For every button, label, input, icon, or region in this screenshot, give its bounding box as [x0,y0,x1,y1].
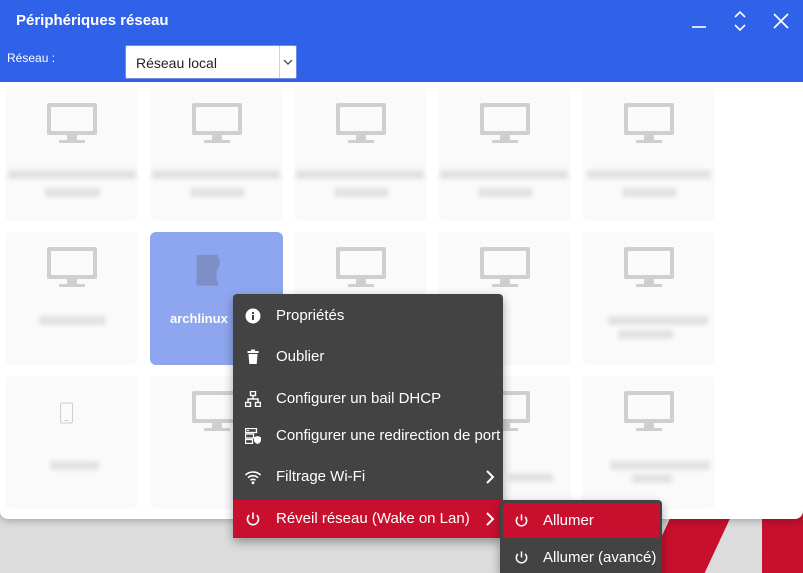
blurred-device-name [608,316,708,325]
server-shield-icon [245,428,261,444]
device-tile[interactable] [5,376,138,509]
desktop-computer-icon [480,247,530,287]
device-tile[interactable] [294,88,427,221]
smartphone-icon [60,402,74,424]
desktop-computer-icon [480,103,530,143]
desktop-computer-icon [624,247,674,287]
trash-icon [247,349,259,364]
select-divider [279,46,280,78]
device-context-menu: Propriétés Oublier Configurer un bail DH… [233,294,503,538]
chevron-right-icon [486,512,495,526]
device-tile[interactable] [5,232,138,365]
maximize-button[interactable] [727,8,753,34]
power-icon [515,514,528,527]
blurred-device-name [296,170,424,179]
submenu-item-label: Allumer [543,512,594,529]
blurred-device-info [45,188,100,197]
menu-item-label: Oublier [276,348,325,365]
blurred-device-info [622,188,677,197]
desktop-computer-icon [336,103,386,143]
menu-item-label: Configurer une redirection de port [276,427,501,444]
menu-item-label: Filtrage Wi-Fi [276,468,366,485]
expand-icon [734,10,746,32]
blurred-device-info [190,188,245,197]
desktop-computer-icon [47,103,97,143]
device-name: archlinux [170,311,228,326]
blurred-device-name [152,170,280,179]
blurred-device-name [50,461,99,470]
blurred-device-name [440,170,568,179]
network-select-value: Réseau local [136,55,217,71]
menu-item-properties[interactable]: Propriétés [233,297,503,335]
network-label: Réseau : [7,51,56,65]
menu-item-wifi-filtering[interactable]: Filtrage Wi-Fi [233,458,503,496]
close-button[interactable] [768,8,794,34]
window-title: Périphériques réseau [16,12,169,29]
menu-item-label: Réveil réseau (Wake on Lan) [276,510,470,527]
blurred-device-info [478,188,533,197]
chevron-right-icon [486,470,495,484]
desktop-computer-icon [336,247,386,287]
submenu-item-label: Allumer (avancé) [543,549,657,566]
menu-item-wake-on-lan[interactable]: Réveil réseau (Wake on Lan) [233,500,503,538]
wifi-icon [245,471,261,485]
menu-item-label: Propriétés [276,307,345,324]
network-topology-icon [245,391,261,407]
blurred-device-info [334,188,389,197]
tower-computer-icon [196,254,220,286]
blurred-device-info [508,473,553,482]
device-tile[interactable] [5,88,138,221]
device-tile[interactable] [150,88,283,221]
device-tile[interactable] [582,88,715,221]
power-icon [515,551,528,564]
close-icon [773,13,789,29]
desktop-computer-icon [47,247,97,287]
wake-on-lan-submenu: Allumer Allumer (avancé) [500,500,662,573]
menu-item-forget[interactable]: Oublier [233,338,503,376]
device-tile[interactable] [438,88,571,221]
desktop-computer-icon [624,103,674,143]
info-icon [245,308,261,324]
minimize-button[interactable] [686,8,712,34]
chevron-down-icon [283,59,293,65]
blurred-device-name [8,170,136,179]
blurred-device-name [587,170,711,179]
minimize-icon [692,26,706,28]
submenu-item-power-on-advanced[interactable]: Allumer (avancé) [503,540,660,573]
blurred-device-name [610,461,710,470]
desktop-computer-icon [624,391,674,431]
network-select[interactable]: Réseau local [125,45,297,79]
menu-item-dhcp-lease[interactable]: Configurer un bail DHCP [233,380,503,418]
device-tile[interactable] [582,376,715,509]
blurred-device-name [39,316,106,325]
menu-item-port-forwarding[interactable]: Configurer une redirection de port [233,417,503,455]
titlebar: Périphériques réseau Réseau : Réseau loc… [0,0,803,82]
blurred-device-info [618,330,673,339]
power-icon [246,512,260,526]
menu-item-label: Configurer un bail DHCP [276,390,442,407]
desktop-computer-icon [192,103,242,143]
blurred-device-info [632,474,672,483]
submenu-item-power-on[interactable]: Allumer [503,503,660,538]
device-tile[interactable] [582,232,715,365]
